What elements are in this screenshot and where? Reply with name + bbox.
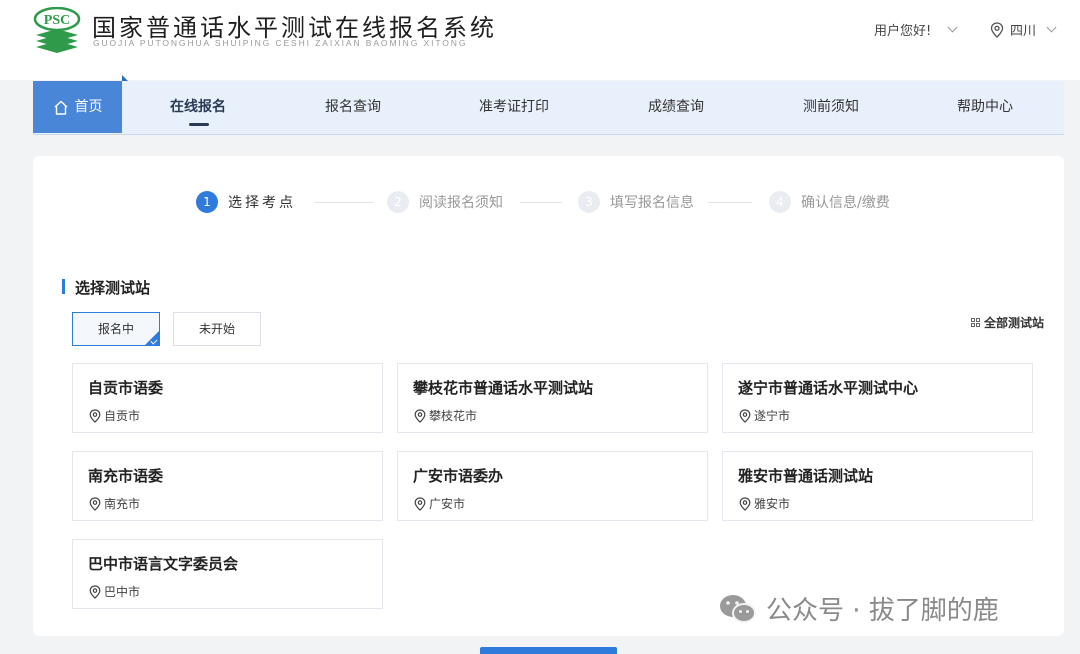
- location-pin-icon: [739, 496, 751, 511]
- station-name: 南充市语委: [88, 467, 164, 485]
- nav-item-registration-query[interactable]: 报名查询: [308, 81, 398, 133]
- station-name: 巴中市语言文字委员会: [88, 555, 239, 573]
- station-city: 广安市: [413, 495, 465, 512]
- step-3: 3 填写报名信息: [578, 191, 694, 213]
- location-pin-icon: [89, 496, 101, 511]
- user-menu[interactable]: 用户您好!: [874, 20, 958, 39]
- station-city: 巴中市: [88, 583, 140, 600]
- filter-not-started-button[interactable]: 未开始: [173, 312, 261, 346]
- all-stations-link[interactable]: 全部测试站: [971, 314, 1044, 331]
- chevron-down-icon: [947, 22, 958, 33]
- station-city: 自贡市: [88, 407, 140, 424]
- step-number: 2: [387, 191, 409, 213]
- step-4: 4 确认信息/缴费: [769, 191, 890, 213]
- step-number: 3: [578, 191, 600, 213]
- user-greeting: 用户您好!: [874, 24, 932, 39]
- location-pin-icon: [739, 408, 751, 423]
- station-name: 雅安市普通话测试站: [738, 467, 874, 485]
- step-2: 2 阅读报名须知: [387, 191, 503, 213]
- chevron-down-icon: [1046, 22, 1057, 33]
- station-card[interactable]: 遂宁市普通话水平测试中心 遂宁市: [722, 363, 1033, 433]
- station-card[interactable]: 自贡市语委 自贡市: [72, 363, 383, 433]
- station-name: 广安市语委办: [413, 467, 504, 485]
- registration-panel: 1 选择考点 2 阅读报名须知 3 填写报名信息 4 确认信息/缴费 选择测试站…: [33, 156, 1064, 636]
- station-card[interactable]: 攀枝花市普通话水平测试站 攀枝花市: [397, 363, 708, 433]
- next-step-button[interactable]: [480, 647, 617, 654]
- site-subtitle: GUOJIA PUTONGHUA SHUIPING CESHI ZAIXIAN …: [93, 38, 468, 48]
- station-city: 攀枝花市: [413, 407, 477, 424]
- filter-registering-button[interactable]: 报名中: [72, 312, 160, 346]
- location-selector[interactable]: 四川: [990, 20, 1057, 39]
- nav-item-admission-ticket[interactable]: 准考证打印: [464, 81, 564, 133]
- step-label: 阅读报名须知: [419, 195, 503, 211]
- step-1: 1 选择考点: [196, 191, 296, 213]
- watermark: 公众号 · 拔了脚的鹿: [718, 590, 999, 627]
- main-nav: 首页 在线报名 报名查询 准考证打印 成绩查询 测前须知 帮助中心: [33, 75, 1064, 135]
- filter-label: 报名中: [97, 322, 134, 336]
- location-label: 四川: [1010, 24, 1037, 39]
- step-label: 选择考点: [228, 195, 296, 211]
- step-connector: [520, 202, 562, 203]
- nav-item-score-query[interactable]: 成绩查询: [631, 81, 721, 133]
- section-title: 选择测试站: [62, 277, 150, 298]
- station-city-label: 自贡市: [104, 409, 141, 423]
- station-card[interactable]: 南充市语委 南充市: [72, 451, 383, 521]
- location-pin-icon: [990, 21, 1004, 38]
- check-icon: [150, 337, 158, 345]
- station-card[interactable]: 巴中市语言文字委员会 巴中市: [72, 539, 383, 609]
- step-number: 4: [769, 191, 791, 213]
- station-city: 南充市: [88, 495, 140, 512]
- station-city-label: 遂宁市: [754, 409, 791, 423]
- nav-item-home[interactable]: 首页: [33, 75, 128, 133]
- active-tab-indicator: [189, 123, 209, 126]
- all-stations-label: 全部测试站: [984, 316, 1045, 330]
- step-label: 确认信息/缴费: [801, 195, 890, 211]
- station-name: 攀枝花市普通话水平测试站: [413, 379, 594, 397]
- station-city-label: 南充市: [104, 497, 141, 511]
- station-card[interactable]: 广安市语委办 广安市: [397, 451, 708, 521]
- station-name: 自贡市语委: [88, 379, 164, 397]
- step-number: 1: [196, 191, 218, 213]
- station-city-label: 巴中市: [104, 585, 141, 599]
- site-header: PSC 国家普通话水平测试在线报名系统 GUOJIA PUTONGHUA SHU…: [0, 0, 1080, 80]
- grid-icon: [971, 318, 980, 327]
- step-connector: [315, 202, 373, 203]
- home-icon: [54, 100, 67, 115]
- watermark-text: 公众号 · 拔了脚的鹿: [766, 596, 999, 626]
- station-city-label: 攀枝花市: [429, 409, 478, 423]
- location-pin-icon: [414, 496, 426, 511]
- step-connector: [708, 202, 752, 203]
- step-label: 填写报名信息: [610, 195, 694, 211]
- location-pin-icon: [89, 584, 101, 599]
- nav-item-label: 首页: [74, 99, 103, 115]
- svg-text:PSC: PSC: [44, 13, 70, 28]
- location-pin-icon: [89, 408, 101, 423]
- station-city: 雅安市: [738, 495, 790, 512]
- station-name: 遂宁市普通话水平测试中心: [738, 379, 919, 397]
- wechat-icon: [720, 594, 756, 623]
- nav-item-help-center[interactable]: 帮助中心: [940, 81, 1030, 133]
- station-city-label: 广安市: [429, 497, 466, 511]
- station-city-label: 雅安市: [754, 497, 791, 511]
- nav-item-pre-test-notes[interactable]: 测前须知: [786, 81, 876, 133]
- station-city: 遂宁市: [738, 407, 790, 424]
- station-card[interactable]: 雅安市普通话测试站 雅安市: [722, 451, 1033, 521]
- location-pin-icon: [414, 408, 426, 423]
- psc-logo[interactable]: PSC: [32, 6, 82, 55]
